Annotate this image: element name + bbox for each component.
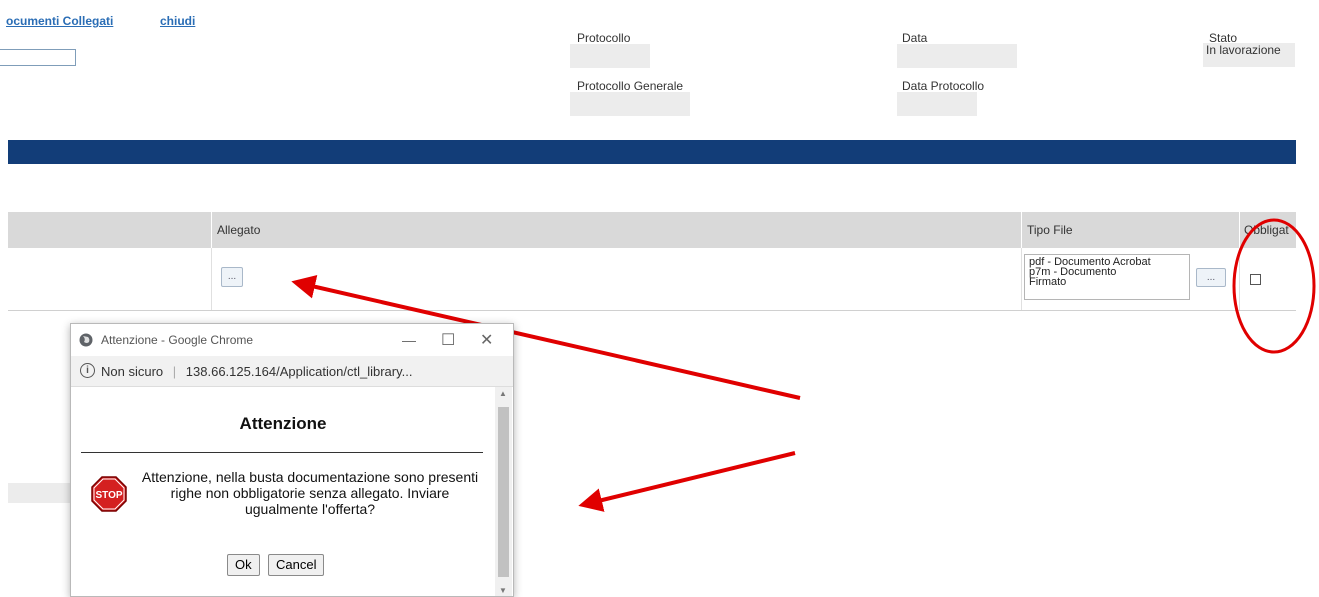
ok-button[interactable]: Ok (227, 554, 260, 576)
stop-icon-text: STOP (95, 490, 122, 501)
popup-scrollbar[interactable]: ▲ ▼ (495, 387, 512, 596)
popup-titlebar: Attenzione - Google Chrome — ☐ ✕ (71, 324, 513, 356)
popup-url: 138.66.125.164/Application/ctl_library..… (185, 364, 413, 379)
chrome-globe-icon (79, 333, 93, 347)
red-circle-annotation (1232, 218, 1316, 354)
maximize-icon[interactable]: ☐ (441, 330, 455, 350)
red-arrow-annotation (578, 451, 796, 512)
popup-message: Attenzione, nella busta documentazione s… (141, 469, 479, 517)
cancel-button[interactable]: Cancel (268, 554, 325, 576)
popup-window-title: Attenzione - Google Chrome (101, 333, 254, 347)
alert-popup-window: Attenzione - Google Chrome — ☐ ✕ i Non s… (70, 323, 514, 597)
popup-heading: Attenzione (239, 414, 327, 433)
scroll-up-icon[interactable]: ▲ (499, 389, 507, 398)
url-separator: | (172, 364, 177, 379)
stop-icon: STOP (91, 476, 127, 512)
close-icon[interactable]: ✕ (480, 330, 493, 350)
popup-divider (81, 452, 483, 453)
popup-address-bar[interactable]: i Non sicuro | 138.66.125.164/Applicatio… (71, 356, 513, 387)
scrollbar-thumb[interactable] (498, 407, 509, 577)
info-icon[interactable]: i (80, 363, 95, 378)
minimize-icon[interactable]: — (402, 332, 416, 348)
security-label: Non sicuro (101, 364, 164, 379)
scroll-down-icon[interactable]: ▼ (499, 586, 507, 595)
